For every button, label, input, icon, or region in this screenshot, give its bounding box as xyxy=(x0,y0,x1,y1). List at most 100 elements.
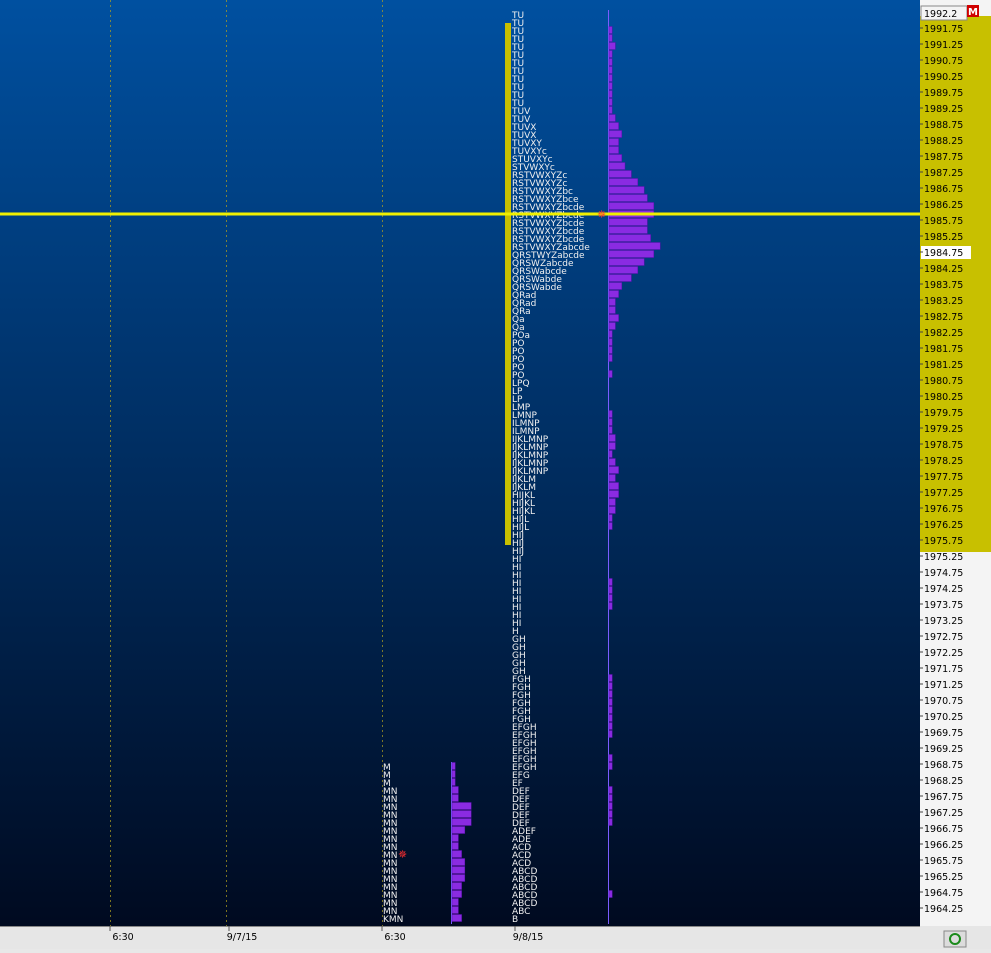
time-tick-label: 6:30 xyxy=(112,932,133,943)
histogram-bar xyxy=(451,914,462,922)
histogram-bar xyxy=(608,130,623,138)
axis-tick-label: 1974.25 xyxy=(924,584,963,595)
refresh-button[interactable] xyxy=(943,930,967,948)
axis-tick-label: 1987.25 xyxy=(924,168,963,179)
histogram-bar xyxy=(608,794,613,802)
plot-area[interactable] xyxy=(0,0,920,926)
histogram-bar xyxy=(608,114,616,122)
histogram-bar xyxy=(608,890,613,898)
axis-tick-label: 1986.75 xyxy=(924,184,963,195)
histogram-bar xyxy=(608,122,619,130)
histogram-bar xyxy=(608,234,651,242)
histogram-bar xyxy=(451,874,466,882)
market-profile-chart[interactable]: M M M MN MN MN MN MN MN MN MN MN MN MN MN MN MN MN MN KMN TU… xyxy=(0,0,991,949)
histogram-bar xyxy=(608,586,613,594)
histogram-bar xyxy=(608,338,613,346)
histogram-bar xyxy=(608,690,613,698)
axis-top-label: 1992.2 xyxy=(924,9,957,20)
histogram-bar xyxy=(608,354,613,362)
axis-tick-label: 1973.75 xyxy=(924,600,963,611)
axis-tick-label: 1969.75 xyxy=(924,728,963,739)
histogram-bar xyxy=(608,722,613,730)
histogram-bar xyxy=(608,466,619,474)
axis-tick-label: 1968.75 xyxy=(924,760,963,771)
time-tick-label: 9/8/15 xyxy=(513,932,544,943)
axis-tick-label: 1980.25 xyxy=(924,392,963,403)
histogram-bar xyxy=(608,802,613,810)
histogram-bar xyxy=(608,186,645,194)
chart-canvas[interactable]: MMMMNMNMNMNMNMNMNMNMNMNMNMNMNMNMNMNKMNTU… xyxy=(0,0,991,949)
histogram-bar xyxy=(451,810,472,818)
axis-tick-label: 1970.25 xyxy=(924,712,963,723)
axis-tick-label: 1979.25 xyxy=(924,424,963,435)
histogram-bar xyxy=(608,42,616,50)
histogram-bar xyxy=(608,370,613,378)
axis-tick-label: 1987.75 xyxy=(924,152,963,163)
axis-tick-label: 1967.75 xyxy=(924,792,963,803)
histogram-bar xyxy=(451,890,462,898)
axis-tick-label: 1965.75 xyxy=(924,856,963,867)
histogram-bar xyxy=(608,474,616,482)
histogram-bar xyxy=(608,266,639,274)
axis-tick-label: 1984.25 xyxy=(924,264,963,275)
axis-tick-label: 1981.75 xyxy=(924,344,963,355)
time-tick-label: 9/7/15 xyxy=(227,932,258,943)
histogram-bar xyxy=(608,706,613,714)
axis-tick-label: 1991.25 xyxy=(924,40,963,51)
histogram-bar xyxy=(608,714,613,722)
histogram-bar xyxy=(608,34,613,42)
histogram-bar xyxy=(608,594,613,602)
histogram-bar xyxy=(608,106,613,114)
axis-tick-label: 1976.25 xyxy=(924,520,963,531)
poc-marker-session-1: ✵ xyxy=(398,848,407,861)
histogram-bar xyxy=(608,82,613,90)
histogram-bar xyxy=(451,882,462,890)
histogram-bar xyxy=(451,850,462,858)
axis-tick-label: 1989.25 xyxy=(924,104,963,115)
histogram-bar xyxy=(608,682,613,690)
histogram-bar xyxy=(608,170,632,178)
histogram-bar xyxy=(451,778,456,786)
axis-tick-label: 1981.25 xyxy=(924,360,963,371)
histogram-bar xyxy=(451,762,456,770)
axis-tick-label: 1977.75 xyxy=(924,472,963,483)
histogram-bar xyxy=(608,482,619,490)
histogram-bar xyxy=(608,242,661,250)
histogram-bar xyxy=(451,786,459,794)
axis-tick-label: 1991.75 xyxy=(924,24,963,35)
histogram-bar xyxy=(608,418,613,426)
axis-tick-label: 1964.75 xyxy=(924,888,963,899)
histogram-bar xyxy=(608,442,616,450)
time-tick-label: 6:30 xyxy=(384,932,405,943)
axis-tick-label: 1982.25 xyxy=(924,328,963,339)
histogram-bar xyxy=(608,490,619,498)
histogram-bar xyxy=(608,154,623,162)
histogram-bar xyxy=(608,514,613,522)
histogram-bar xyxy=(608,66,613,74)
histogram-bar xyxy=(608,90,613,98)
histogram-bar xyxy=(608,138,619,146)
axis-tick-label: 1990.75 xyxy=(924,56,963,67)
time-axis-panel[interactable] xyxy=(0,926,991,949)
histogram-bar xyxy=(608,346,613,354)
value-area-bar xyxy=(505,23,511,545)
axis-tick-label: 1980.75 xyxy=(924,376,963,387)
axis-tick-label: 1966.25 xyxy=(924,840,963,851)
axis-tick-label: 1974.75 xyxy=(924,568,963,579)
histogram-bar xyxy=(608,786,613,794)
histogram-bar xyxy=(608,146,619,154)
tpo-row-letters: KMN xyxy=(383,915,403,925)
histogram-bar xyxy=(608,498,616,506)
corner-badge[interactable]: M xyxy=(967,5,979,18)
axis-tick-label: 1984.75 xyxy=(924,248,963,259)
histogram-bar xyxy=(451,898,459,906)
axis-tick-label: 1988.25 xyxy=(924,136,963,147)
histogram-bar xyxy=(608,410,613,418)
histogram-bar xyxy=(608,274,632,282)
axis-tick-label: 1985.75 xyxy=(924,216,963,227)
histogram-bar xyxy=(608,762,613,770)
histogram-bar xyxy=(608,50,613,58)
histogram-bar xyxy=(608,674,613,682)
histogram-bar xyxy=(608,194,648,202)
histogram-bar xyxy=(608,282,623,290)
